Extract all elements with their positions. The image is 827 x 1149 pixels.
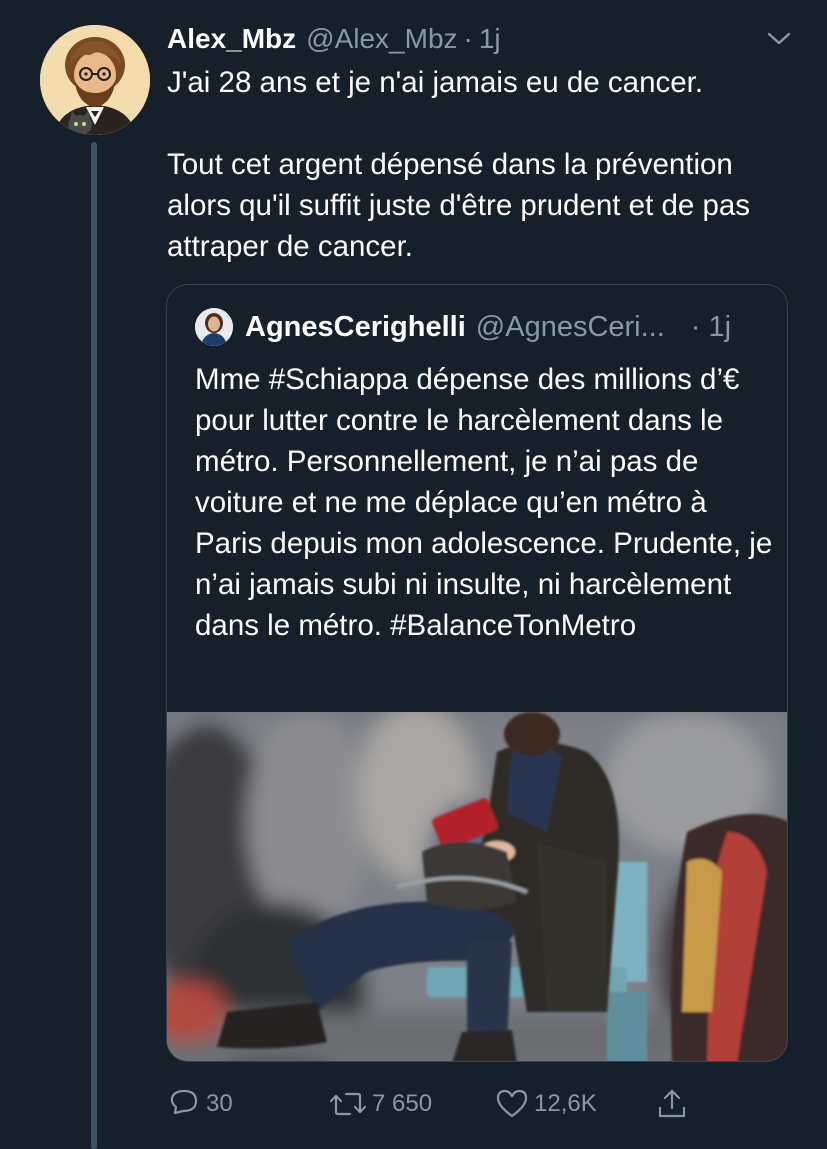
more-options-button[interactable] xyxy=(762,22,796,56)
share-button[interactable] xyxy=(654,1082,694,1126)
quoted-author-handle: @AgnesCeri... xyxy=(475,310,665,343)
author-handle[interactable]: @Alex_Mbz xyxy=(306,23,457,55)
heart-icon xyxy=(496,1089,528,1118)
like-count: 12,6K xyxy=(534,1090,597,1117)
quoted-tweet-header: AgnesCerighelli @AgnesCeri... · 1j xyxy=(195,307,765,347)
quoted-author-avatar xyxy=(195,308,233,346)
quoted-tweet-text: Mme #Schiappa dépense des millions d’€ p… xyxy=(195,363,773,642)
reply-button[interactable]: 30 xyxy=(166,1082,233,1126)
tweet-text-paragraph: Tout cet argent dépensé dans la préventi… xyxy=(167,148,751,263)
quoted-tweet-image[interactable] xyxy=(167,712,787,1061)
chevron-down-icon xyxy=(767,32,791,45)
tweet-container: Alex_Mbz @Alex_Mbz · 1j J'ai 28 ans et j… xyxy=(0,0,827,1149)
author-display-name[interactable]: Alex_Mbz xyxy=(167,23,296,55)
quoted-author-display-name: AgnesCerighelli xyxy=(245,310,466,343)
thread-line xyxy=(91,142,97,1149)
reply-count: 30 xyxy=(206,1090,233,1117)
reply-icon xyxy=(170,1089,198,1115)
quoted-tweet-timestamp: 1j xyxy=(708,310,732,343)
like-button[interactable]: 12,6K xyxy=(494,1082,597,1126)
separator-dot: · xyxy=(463,23,473,54)
retweet-button[interactable]: 7 650 xyxy=(328,1082,432,1126)
retweet-icon xyxy=(329,1092,367,1116)
quoted-avatar-photo xyxy=(195,308,233,346)
tweet-text-line: J'ai 28 ans et je n'ai jamais eu de canc… xyxy=(167,66,704,99)
tweet-actions: 30 7 650 12,6K xyxy=(166,1082,726,1126)
share-icon xyxy=(658,1089,686,1118)
tweet-header: Alex_Mbz @Alex_Mbz · 1j xyxy=(167,18,787,60)
metro-photo xyxy=(167,712,787,1061)
avatar-illustration xyxy=(40,25,150,135)
tweet-body: J'ai 28 ans et je n'ai jamais eu de canc… xyxy=(167,62,797,267)
quoted-tweet-card[interactable]: AgnesCerighelli @AgnesCeri... · 1j Mme #… xyxy=(166,284,788,1062)
tweet-timestamp[interactable]: 1j xyxy=(479,23,501,55)
retweet-count: 7 650 xyxy=(372,1090,433,1117)
user-avatar[interactable] xyxy=(40,25,150,135)
separator-dot: · xyxy=(690,310,701,343)
